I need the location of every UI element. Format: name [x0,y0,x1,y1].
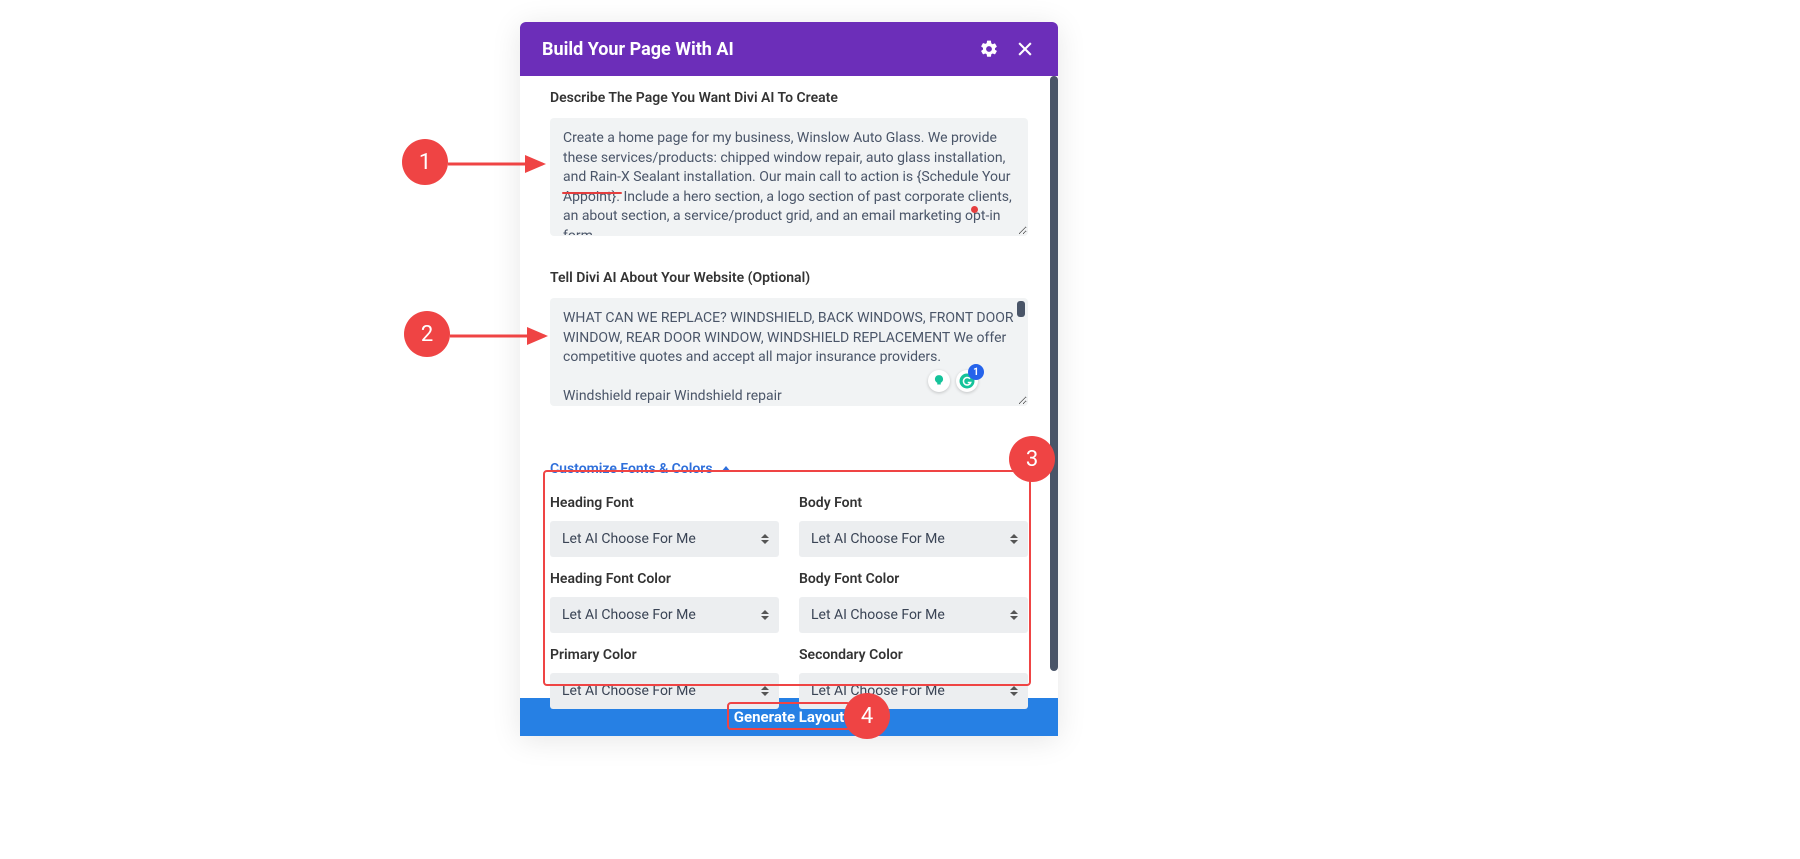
body-font-field: Body Font Let AI Choose For Me [799,495,1028,557]
modal-header: Build Your Page With AI [520,22,1058,76]
heading-font-color-label: Heading Font Color [550,571,779,587]
heading-font-field: Heading Font Let AI Choose For Me [550,495,779,557]
modal-title: Build Your Page With AI [542,39,964,60]
primary-color-value: Let AI Choose For Me [562,683,696,699]
heading-font-label: Heading Font [550,495,779,511]
primary-color-label: Primary Color [550,647,779,663]
grammar-badges: 1 [928,370,978,392]
select-chevron-icon [1010,534,1018,544]
textarea-scrollbar[interactable] [1017,301,1025,317]
body-font-label: Body Font [799,495,1028,511]
customize-options-grid: Heading Font Let AI Choose For Me Body F… [550,495,1028,721]
heading-font-color-value: Let AI Choose For Me [562,607,696,623]
customize-fonts-colors-toggle[interactable]: Customize Fonts & Colors [550,461,731,477]
annotation-badge-2: 2 [404,311,450,357]
annotation-badge-3: 3 [1009,436,1055,482]
describe-textarea[interactable] [550,118,1028,236]
about-label: Tell Divi AI About Your Website (Optiona… [550,270,1028,286]
error-dot-icon [971,206,978,213]
annotation-arrow-1 [448,152,558,182]
body-font-color-value: Let AI Choose For Me [811,607,945,623]
close-icon[interactable] [1014,38,1036,60]
spellcheck-underline [562,192,622,194]
caret-up-icon [721,466,731,472]
gear-icon[interactable] [978,38,1000,60]
secondary-color-select[interactable]: Let AI Choose For Me [799,673,1028,709]
select-chevron-icon [761,686,769,696]
grammarly-badge-icon[interactable]: 1 [956,370,978,392]
select-chevron-icon [761,534,769,544]
modal-body: Describe The Page You Want Divi AI To Cr… [520,76,1058,698]
customize-link-label: Customize Fonts & Colors [550,461,713,477]
ai-builder-modal: Build Your Page With AI Describe The Pag… [520,22,1058,736]
heading-font-color-select[interactable]: Let AI Choose For Me [550,597,779,633]
secondary-color-label: Secondary Color [799,647,1028,663]
scrollbar-thumb[interactable] [1050,76,1058,671]
annotation-arrow-2 [450,324,560,354]
body-font-value: Let AI Choose For Me [811,531,945,547]
select-chevron-icon [761,610,769,620]
select-chevron-icon [1010,686,1018,696]
heading-font-select[interactable]: Let AI Choose For Me [550,521,779,557]
assistant-badge-icon[interactable] [928,370,950,392]
describe-label: Describe The Page You Want Divi AI To Cr… [550,90,1028,106]
annotation-badge-4: 4 [844,693,890,739]
heading-font-color-field: Heading Font Color Let AI Choose For Me [550,571,779,633]
annotation-badge-1: 1 [402,139,448,185]
body-font-color-field: Body Font Color Let AI Choose For Me [799,571,1028,633]
body-font-select[interactable]: Let AI Choose For Me [799,521,1028,557]
scrollbar-track[interactable] [1050,76,1058,674]
secondary-color-field: Secondary Color Let AI Choose For Me [799,647,1028,709]
body-font-color-label: Body Font Color [799,571,1028,587]
heading-font-value: Let AI Choose For Me [562,531,696,547]
primary-color-select[interactable]: Let AI Choose For Me [550,673,779,709]
select-chevron-icon [1010,610,1018,620]
grammar-count-badge: 1 [968,364,984,380]
primary-color-field: Primary Color Let AI Choose For Me [550,647,779,709]
body-font-color-select[interactable]: Let AI Choose For Me [799,597,1028,633]
